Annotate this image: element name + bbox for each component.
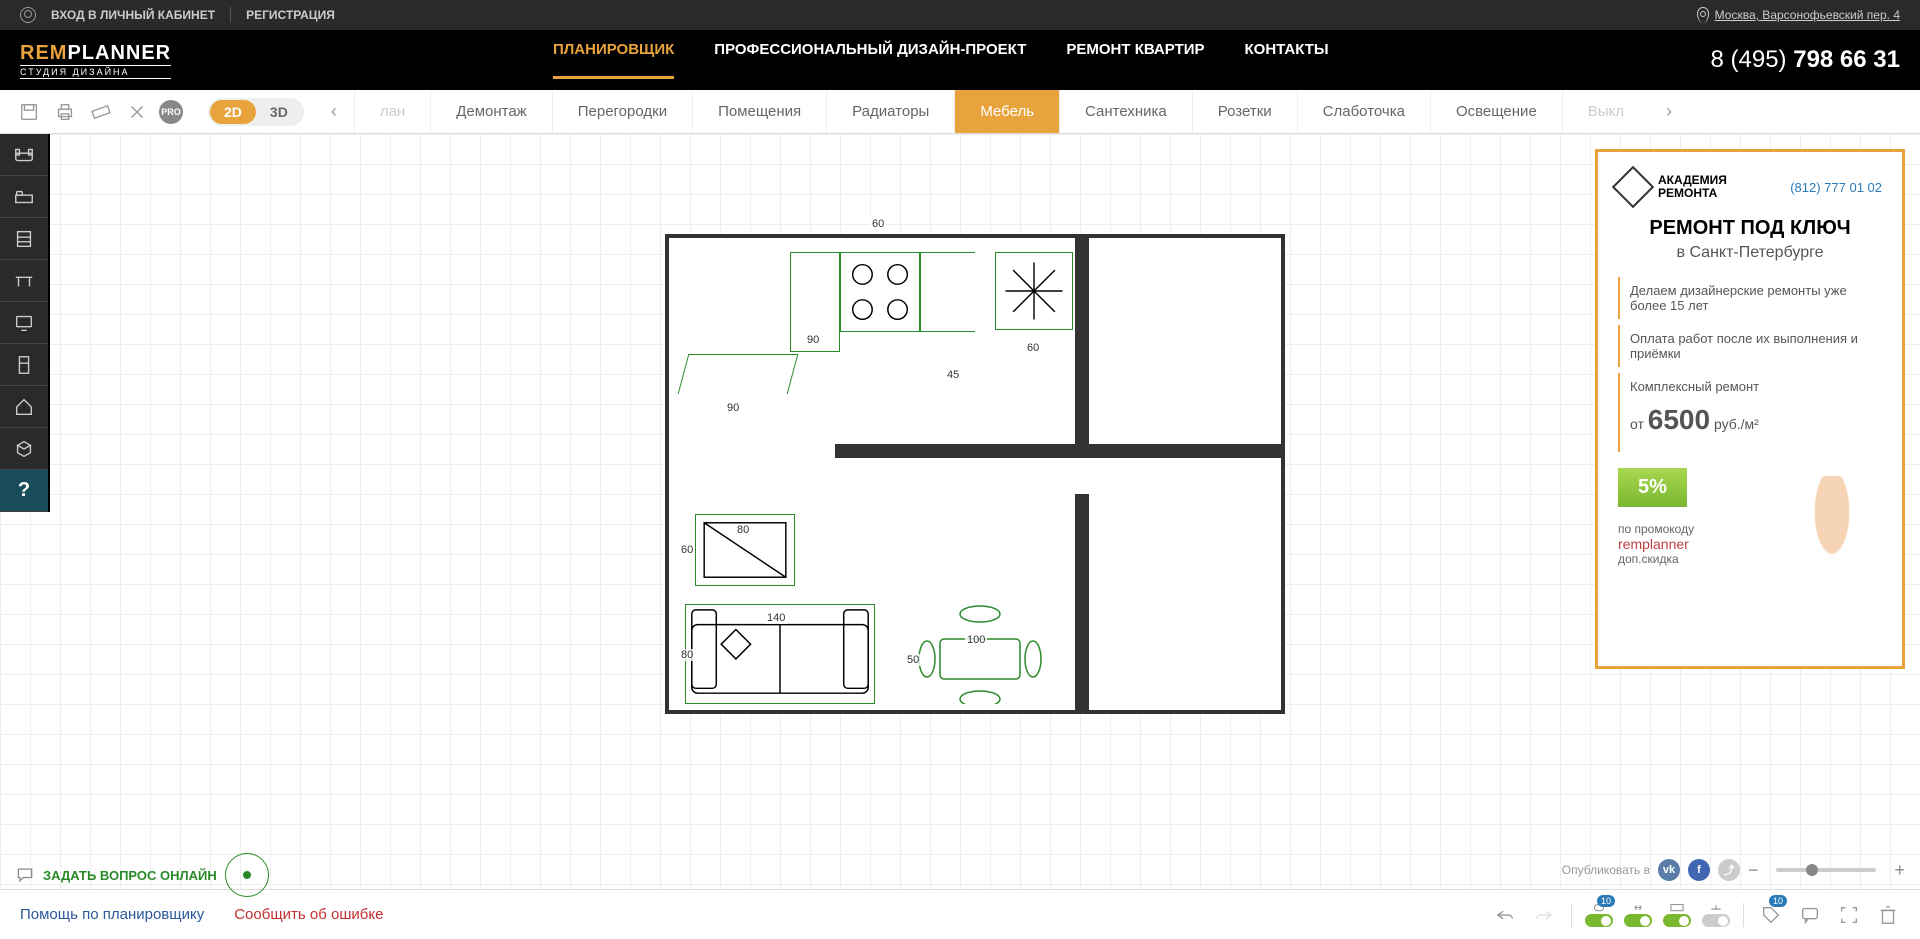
report-link[interactable]: Сообщить об ошибке (234, 906, 383, 923)
ad-promo-badge: 5% (1618, 468, 1687, 507)
tab-rooms[interactable]: Помещения (692, 90, 826, 133)
tab-sockets[interactable]: Розетки (1192, 90, 1297, 133)
comment-icon[interactable] (1798, 903, 1822, 927)
tab-lighting[interactable]: Освещение (1430, 90, 1562, 133)
main-nav: ПЛАНИРОВЩИК ПРОФЕССИОНАЛЬНЫЙ ДИЗАЙН-ПРОЕ… (553, 41, 1329, 79)
tab-partitions[interactable]: Перегородки (552, 90, 692, 133)
ad-subtitle: в Санкт-Петербурге (1618, 244, 1882, 262)
tab-plumbing[interactable]: Сантехника (1059, 90, 1192, 133)
share-icon[interactable]: ⤴ (1718, 859, 1740, 881)
help-button[interactable]: ? (0, 470, 48, 512)
nav-renovation[interactable]: РЕМОНТ КВАРТИР (1066, 41, 1204, 79)
workspace[interactable]: ? 60 90 90 45 (0, 134, 1920, 889)
ad-bullet-2: Оплата работ после их выполнения и приём… (1618, 325, 1882, 367)
category-tabs: ‹ лан Демонтаж Перегородки Помещения Рад… (314, 90, 1920, 133)
cat-table-icon[interactable] (0, 260, 48, 302)
fullscreen-icon[interactable] (1837, 903, 1861, 927)
print-icon[interactable] (51, 98, 79, 126)
register-link[interactable]: РЕГИСТРАЦИЯ (246, 8, 335, 22)
publish-controls: Опубликовать в vk f ⤴ − + (1562, 859, 1905, 881)
ad-person-image (1772, 476, 1892, 656)
cat-bed-icon[interactable] (0, 176, 48, 218)
view-2d-button[interactable]: 2D (210, 100, 256, 124)
cat-sofa-icon[interactable] (0, 134, 48, 176)
ad-phone[interactable]: (812) 777 01 02 (1790, 180, 1882, 195)
pin-icon (1697, 7, 1709, 23)
toggle-2[interactable] (1626, 903, 1650, 927)
nav-planner[interactable]: ПЛАНИРОВЩИК (553, 41, 674, 79)
user-icon (20, 7, 36, 23)
ad-bullet-3: Комплексный ремонт от 6500 руб./м² (1618, 373, 1882, 452)
toggle-1[interactable]: 10 (1587, 903, 1611, 927)
nav-design[interactable]: ПРОФЕССИОНАЛЬНЫЙ ДИЗАЙН-ПРОЕКТ (714, 41, 1026, 79)
topbar: ВХОД В ЛИЧНЫЙ КАБИНЕТ РЕГИСТРАЦИЯ Москва… (0, 0, 1920, 30)
location-link[interactable]: Москва, Варсонофьевский пер. 4 (1697, 7, 1900, 23)
help-link[interactable]: Помощь по планировщику (20, 906, 204, 923)
ad-title: РЕМОНТ ПОД КЛЮЧ (1618, 217, 1882, 240)
ad-panel[interactable]: АКАДЕМИЯРЕМОНТА (812) 777 01 02 РЕМОНТ П… (1595, 149, 1905, 669)
tab-plan[interactable]: лан (354, 90, 430, 133)
tab-demolition[interactable]: Демонтаж (430, 90, 552, 133)
cat-tv-icon[interactable] (0, 302, 48, 344)
floorplan[interactable]: 60 90 90 45 60 80 60 140 80 100 50 (665, 234, 1285, 714)
tab-switches[interactable]: Выкл (1562, 90, 1649, 133)
toggle-4[interactable] (1704, 903, 1728, 927)
undo-icon[interactable] (1493, 903, 1517, 927)
ruler-icon[interactable] (87, 98, 115, 126)
phone-number[interactable]: 8 (495) 798 66 31 (1711, 46, 1901, 74)
tab-furniture[interactable]: Мебель (954, 90, 1059, 133)
footer: Помощь по планировщику Сообщить об ошибк… (0, 889, 1920, 939)
cat-dresser-icon[interactable] (0, 218, 48, 260)
view-3d-button[interactable]: 3D (256, 100, 302, 124)
cat-house-icon[interactable] (0, 386, 48, 428)
furniture-categories-panel: ? (0, 134, 50, 512)
tabs-prev-arrow[interactable]: ‹ (314, 90, 354, 133)
ad-bullet-1: Делаем дизайнерские ремонты уже более 15… (1618, 277, 1882, 319)
login-link[interactable]: ВХОД В ЛИЧНЫЙ КАБИНЕТ (51, 8, 215, 22)
redo-icon[interactable] (1532, 903, 1556, 927)
tools-icon[interactable] (123, 98, 151, 126)
zoom-out-button[interactable]: − (1748, 860, 1759, 881)
tabs-next-arrow[interactable]: › (1649, 90, 1689, 133)
delete-icon[interactable] (1876, 903, 1900, 927)
cat-fridge-icon[interactable] (0, 344, 48, 386)
pro-badge[interactable]: PRO (159, 100, 183, 124)
tab-lowvoltage[interactable]: Слаботочка (1297, 90, 1430, 133)
toggle-3[interactable] (1665, 903, 1689, 927)
toolbar: PRO 2D 3D ‹ лан Демонтаж Перегородки Пом… (0, 90, 1920, 134)
zoom-slider[interactable] (1776, 868, 1876, 872)
ad-logo-icon (1612, 166, 1654, 208)
zoom-in-button[interactable]: + (1894, 860, 1905, 881)
vk-icon[interactable]: vk (1658, 859, 1680, 881)
tab-radiators[interactable]: Радиаторы (826, 90, 954, 133)
save-icon[interactable] (15, 98, 43, 126)
tag-icon[interactable]: 10 (1759, 903, 1783, 927)
view-toggle: 2D 3D (208, 98, 304, 126)
logo[interactable]: REMPLANNER СТУДИЯ ДИЗАЙНА (20, 42, 171, 79)
cat-misc-icon[interactable] (0, 428, 48, 470)
nav-contacts[interactable]: КОНТАКТЫ (1245, 41, 1329, 79)
header: REMPLANNER СТУДИЯ ДИЗАЙНА ПЛАНИРОВЩИК ПР… (0, 30, 1920, 90)
fb-icon[interactable]: f (1688, 859, 1710, 881)
publish-label: Опубликовать в (1562, 863, 1650, 877)
ask-question-button[interactable]: ЗАДАТЬ ВОПРОС ОНЛАЙН (15, 853, 269, 897)
